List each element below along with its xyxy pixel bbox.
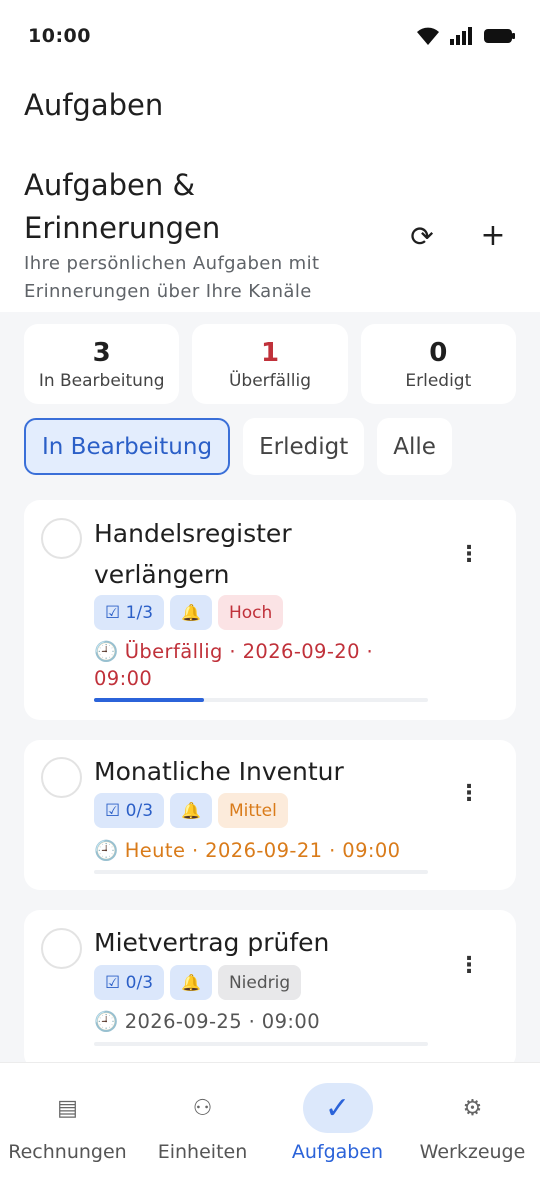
signal-icon	[450, 27, 474, 45]
filter-in-progress[interactable]: In Bearbeitung	[24, 418, 231, 475]
stat-label: In Bearbeitung	[38, 371, 165, 391]
clock-icon: 🕘	[94, 1010, 119, 1033]
nav-item-einheiten[interactable]: ⚇ Einheiten	[135, 1063, 270, 1181]
subtask-badge: ☑ 0/3	[94, 965, 165, 1000]
bell-icon: 🔔	[170, 793, 212, 828]
nav-item-aufgaben[interactable]: ✓ Aufgaben	[270, 1063, 405, 1181]
section-title: Aufgaben & Erinnerungen	[24, 168, 221, 245]
task-card[interactable]: Monatliche Inventur ⋮ ☑ 0/3 🔔 Mittel 🕘 He…	[24, 740, 516, 890]
filter-done[interactable]: Erledigt	[243, 418, 365, 475]
nav-item-rechnungen[interactable]: ▤ Rechnungen	[0, 1063, 135, 1181]
task-due: 🕘 Heute · 2026-09-21 · 09:00	[94, 837, 474, 864]
stat-in-progress: 3 In Bearbeitung	[24, 324, 180, 404]
stat-label: Erledigt	[405, 371, 472, 391]
task-menu-button[interactable]: ⋮	[454, 535, 484, 575]
progress-fill	[94, 698, 205, 702]
stat-value: 0	[429, 338, 448, 368]
task-menu-button[interactable]: ⋮	[454, 774, 484, 814]
section-header: Aufgaben & Erinnerungen Ihre persönliche…	[24, 164, 524, 306]
progress-bar	[94, 1042, 428, 1046]
stat-value: 1	[260, 338, 280, 368]
bell-icon: 🔔	[170, 965, 212, 1000]
filter-all[interactable]: Alle	[377, 418, 452, 475]
task-title: Mietvertrag prüfen	[94, 928, 330, 957]
wifi-icon	[416, 26, 440, 46]
clock-icon: 🕘	[94, 640, 119, 663]
nav-label: Einheiten	[157, 1141, 248, 1163]
more-vert-icon: ⋮	[458, 953, 480, 978]
status-bar: 10:00	[0, 0, 540, 72]
battery-icon	[484, 28, 516, 44]
status-time: 10:00	[28, 25, 91, 47]
refresh-button[interactable]: ⟳	[398, 212, 446, 260]
priority-badge: Niedrig	[217, 965, 302, 1000]
task-title: Monatliche Inventur	[94, 757, 344, 786]
task-badges: ☑ 0/3 🔔 Mittel	[94, 793, 288, 828]
stat-overdue: 1 Überfällig	[192, 324, 348, 404]
task-title: Handelsregister verlängern	[94, 519, 292, 589]
task-checkbox[interactable]	[41, 928, 82, 969]
task-card[interactable]: Handelsregister verlängern ⋮ ☑ 1/3 🔔 Hoc…	[24, 500, 516, 720]
subtask-badge: ☑ 0/3	[94, 793, 165, 828]
more-vert-icon: ⋮	[458, 781, 480, 806]
gear-icon: ⚙	[462, 1095, 483, 1121]
due-text: Heute · 2026-09-21 · 09:00	[124, 839, 401, 862]
progress-bar	[94, 698, 428, 702]
status-icons	[416, 26, 516, 46]
priority-badge: Mittel	[217, 793, 288, 828]
invoice-icon: ▤	[57, 1095, 78, 1121]
nav-label: Aufgaben	[291, 1141, 384, 1163]
bottom-nav: ▤ Rechnungen ⚇ Einheiten ✓ Aufgaben ⚙ We…	[0, 1062, 540, 1181]
nav-label: Werkzeuge	[419, 1141, 526, 1163]
add-task-button[interactable]: +	[469, 211, 517, 259]
task-badges: ☑ 0/3 🔔 Niedrig	[94, 965, 302, 1000]
stats-row: 3 In Bearbeitung 1 Überfällig 0 Erledigt	[24, 324, 516, 404]
section-subtitle: Ihre persönlichen Aufgaben mit Erinnerun…	[24, 253, 320, 302]
task-due: 🕘 2026-09-25 · 09:00	[94, 1008, 414, 1035]
subtask-badge: ☑ 1/3	[94, 595, 165, 630]
bell-icon: 🔔	[170, 595, 212, 630]
nav-label: Rechnungen	[8, 1141, 127, 1163]
task-menu-button[interactable]: ⋮	[454, 946, 484, 986]
clock-icon: 🕘	[94, 839, 119, 862]
units-icon: ⚇	[192, 1095, 213, 1121]
more-vert-icon: ⋮	[458, 542, 480, 567]
task-badges: ☑ 1/3 🔔 Hoch	[94, 595, 284, 630]
refresh-icon: ⟳	[410, 219, 434, 253]
check-icon: ✓	[302, 1083, 373, 1133]
add-icon: +	[480, 217, 506, 253]
filter-chips: In Bearbeitung Erledigt Alle	[24, 418, 452, 475]
due-text: 2026-09-25 · 09:00	[124, 1010, 321, 1033]
task-card[interactable]: Mietvertrag prüfen ⋮ ☑ 0/3 🔔 Niedrig 🕘 20…	[24, 910, 516, 1070]
priority-badge: Hoch	[217, 595, 284, 630]
due-text: Überfällig · 2026-09-20 · 09:00	[94, 640, 374, 690]
stat-done: 0 Erledigt	[360, 324, 516, 404]
stat-value: 3	[92, 338, 111, 368]
page-title: Aufgaben	[24, 88, 164, 122]
nav-item-werkzeuge[interactable]: ⚙ Werkzeuge	[405, 1063, 540, 1181]
task-checkbox[interactable]	[41, 757, 82, 798]
progress-bar	[94, 870, 428, 874]
task-checkbox[interactable]	[41, 518, 82, 559]
stat-label: Überfällig	[228, 371, 312, 391]
task-due: 🕘 Überfällig · 2026-09-20 · 09:00	[94, 638, 414, 692]
